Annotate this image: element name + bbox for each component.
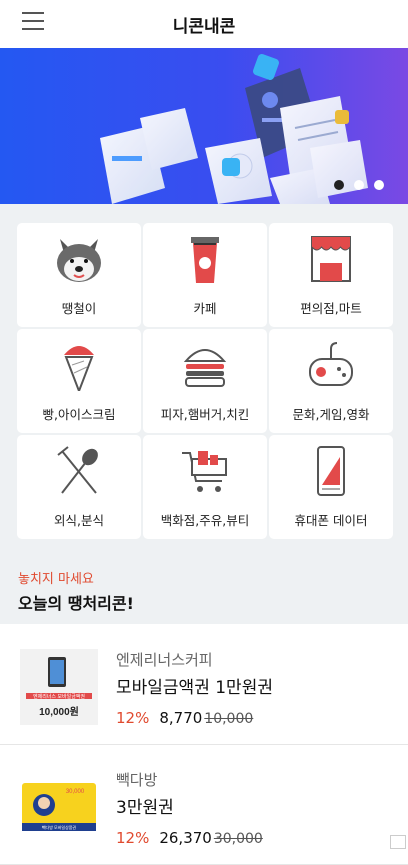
category-label: 카페 [193, 301, 217, 316]
burger-icon [183, 349, 227, 387]
category-dog-mascot[interactable]: 땡철이 [17, 223, 141, 327]
carousel-dot-1[interactable] [334, 180, 344, 190]
promo-title: 오늘의 땡처리콘! [18, 594, 134, 613]
carousel-dots [334, 180, 384, 190]
mobile-phone-icon [317, 446, 345, 496]
promo-banner[interactable] [0, 48, 408, 204]
category-department-store[interactable]: 백화점,주유,뷰티 [143, 435, 267, 539]
deal-prices: 12% 26,370 30,000 [116, 829, 263, 847]
fork-spoon-icon [57, 446, 98, 494]
category-label: 피자,햄버거,치킨 [160, 407, 250, 422]
category-label: 빵,아이스크림 [42, 407, 116, 422]
category-cafe[interactable]: 카페 [143, 223, 267, 327]
deal-brand: 빽다방 [116, 771, 158, 789]
deal-name: 3만원권 [116, 798, 174, 818]
thumb-amount: 10,000원 [39, 705, 79, 718]
category-culture-game[interactable]: 문화,게임,영화 [269, 329, 393, 433]
category-label: 땡철이 [61, 301, 97, 316]
sale-price: 26,370 [159, 829, 212, 847]
deal-name: 모바일금액권 1만원권 [116, 678, 273, 698]
category-section: 땡철이 카페 편의점,마트 빵,아이스크림 피자,햄버거,치킨 문화,게임,영화… [0, 204, 408, 624]
category-dining[interactable]: 외식,분식 [17, 435, 141, 539]
list-item[interactable]: 30,000 빽다방 모바일상품권 빽다방 3만원권 12% 26,370 30,0… [0, 745, 408, 865]
dog-mascot-icon [57, 239, 101, 282]
discount-rate: 12% [116, 829, 150, 847]
sale-price: 8,770 [159, 709, 203, 727]
game-controller-icon [309, 342, 353, 386]
original-price: 10,000 [204, 711, 254, 727]
store-icon [311, 236, 351, 282]
category-label: 백화점,주유,뷰티 [160, 513, 250, 528]
carousel-dot-2[interactable] [354, 180, 364, 190]
deal-list: 10,000원 엔제리너스 모바일금액권 엔제리너스커피 모바일금액권 1만원권… [0, 625, 408, 865]
category-bakery-icecream[interactable]: 빵,아이스크림 [17, 329, 141, 433]
category-phone-data[interactable]: 휴대폰 데이터 [269, 435, 393, 539]
ice-cream-cone-icon [64, 346, 94, 391]
shopping-cart-icon [182, 451, 227, 492]
thumb-amount: 30,000 [66, 789, 85, 795]
category-fastfood[interactable]: 피자,햄버거,치킨 [143, 329, 267, 433]
list-item[interactable]: 10,000원 엔제리너스 모바일금액권 엔제리너스커피 모바일금액권 1만원권… [0, 625, 408, 745]
page-title: 니콘내콘 [172, 17, 236, 37]
scroll-corner [390, 835, 406, 849]
thumb-caption: 엔제리너스 모바일금액권 [33, 693, 85, 700]
app-header: 니콘내콘 [0, 0, 408, 48]
deal-prices: 12% 8,770 10,000 [116, 709, 253, 727]
category-label: 문화,게임,영화 [292, 407, 370, 422]
category-label: 휴대폰 데이터 [294, 513, 368, 528]
product-thumbnail: 30,000 빽다방 모바일상품권 [22, 783, 96, 831]
thumb-caption: 빽다방 모바일상품권 [42, 824, 77, 830]
category-convenience-store[interactable]: 편의점,마트 [269, 223, 393, 327]
promo-subtitle: 놓치지 마세요 [18, 572, 94, 587]
original-price: 30,000 [213, 831, 263, 847]
category-grid: 땡철이 카페 편의점,마트 빵,아이스크림 피자,햄버거,치킨 문화,게임,영화… [17, 223, 393, 539]
discount-rate: 12% [116, 709, 150, 727]
category-label: 편의점,마트 [300, 301, 362, 316]
carousel-dot-3[interactable] [374, 180, 384, 190]
product-thumbnail: 10,000원 엔제리너스 모바일금액권 [20, 649, 98, 725]
deal-brand: 엔제리너스커피 [116, 651, 213, 669]
category-label: 외식,분식 [54, 513, 104, 528]
coffee-cup-icon [191, 237, 219, 283]
